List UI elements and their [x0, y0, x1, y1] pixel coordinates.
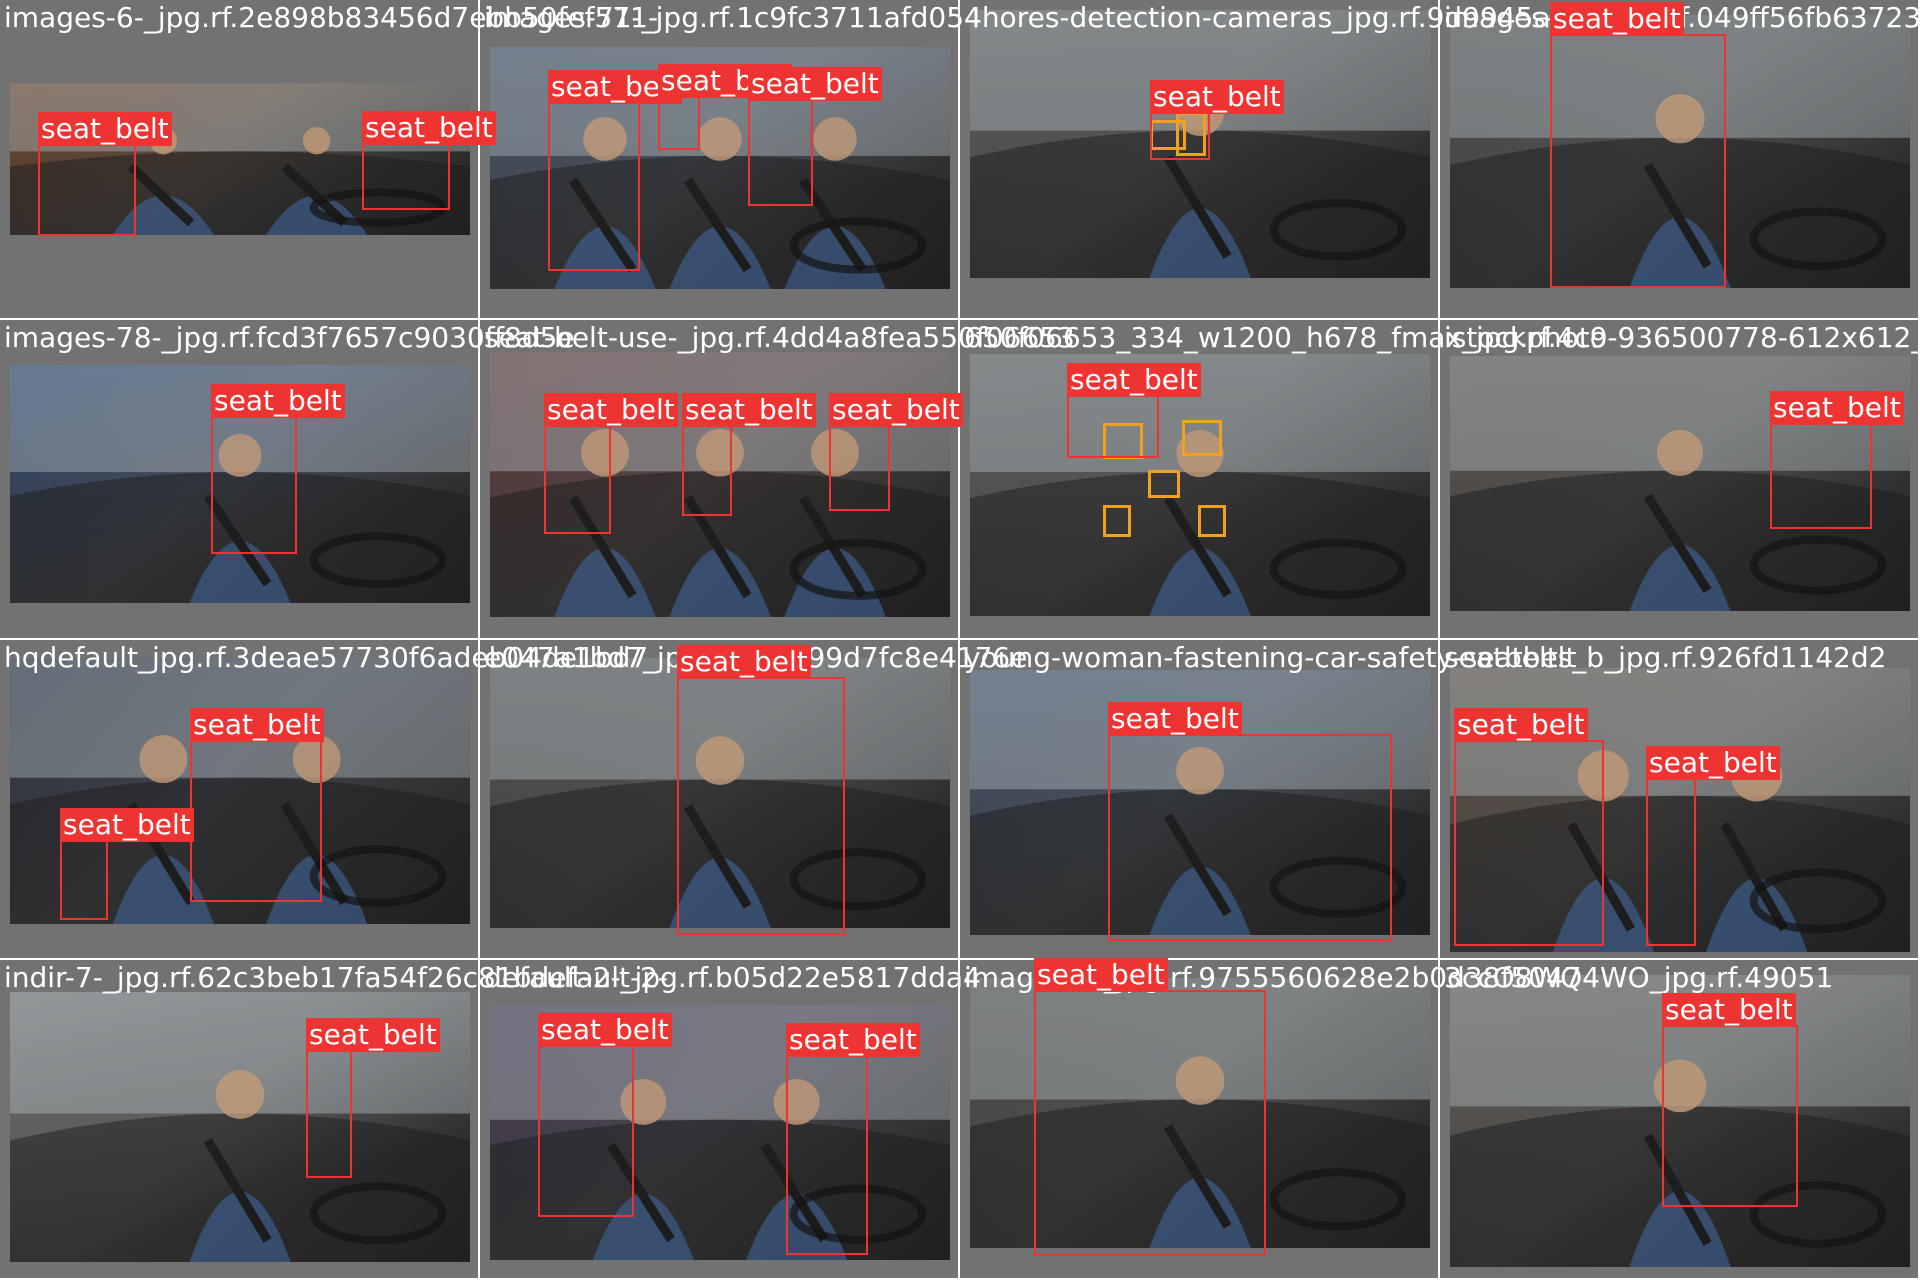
class-label: seat_belt	[306, 1018, 440, 1052]
class-label: seat_belt	[682, 393, 816, 427]
mosaic-tile: images-10-_jpg.rf.049ff56fb637238seat_be…	[1440, 0, 1920, 320]
detection-box: seat_belt	[829, 393, 963, 511]
mosaic-tile: 650f06653_334_w1200_h678_fmax_jpg.rf.4c9…	[960, 320, 1608, 640]
class-label: seat_belt	[786, 1023, 920, 1057]
mosaic-tile: 4hores-detection-cameras_jpg.rf.9d9945ae…	[960, 0, 1568, 320]
detection-box: seat_belt	[1646, 746, 1780, 946]
mosaic-tile: e047a1bd7_jpg.rf.5ea399d7fc8e4176eseat_b…	[480, 640, 1027, 960]
class-label: seat_belt	[1150, 80, 1284, 114]
detection-box: seat_belt	[658, 64, 792, 150]
class-label: seat_belt	[60, 808, 194, 842]
class-label: seat_belt	[190, 708, 324, 742]
detection-box: seat_belt	[1550, 2, 1726, 288]
class-label: seat_belt	[538, 1013, 672, 1047]
class-label: seat_belt	[211, 384, 345, 418]
class-label: seat_belt	[1108, 702, 1242, 736]
detection-box: seat_belt	[786, 1023, 920, 1255]
detection-box: seat_belt	[1067, 363, 1201, 458]
mosaic-tile: images-78-_jpg.rf.fcd3f7657c9030ff8d5e se…	[0, 320, 575, 640]
mosaic-tile: images-6-_jpg.rf.2e898b83456d7ebb50fef57…	[0, 0, 658, 320]
class-label: seat_belt	[829, 393, 963, 427]
detection-box: seat_belt	[60, 808, 194, 920]
detection-box: seat_belt	[538, 1013, 672, 1217]
mosaic-tile: images-71-_jpg.rf.1c9fc3711afd054 seat_be…	[480, 0, 982, 320]
detection-box: seat_belt	[211, 384, 345, 554]
detection-box: seat_belt	[38, 112, 172, 236]
mosaic-tile: indir-7-_jpg.rf.62c3beb17fa54f26c81bdefa…	[0, 960, 668, 1280]
detection-box: seat_belt	[1770, 391, 1904, 529]
detection-box: seat_belt	[1108, 702, 1392, 941]
detection-box: seat_belt	[1150, 80, 1284, 160]
tile-filename: istockphoto-936500778-612x612_	[1444, 321, 1920, 354]
class-label: seat_belt	[1662, 993, 1796, 1027]
class-label: seat_belt	[544, 393, 678, 427]
detection-box: seat_belt	[1034, 958, 1266, 1256]
camera-roi-frame	[1148, 470, 1180, 498]
detection-box: seat_belt	[362, 111, 496, 210]
detection-box: seat_belt	[306, 1018, 440, 1178]
class-label: seat_belt	[1646, 746, 1780, 780]
tile-filename: images-71-_jpg.rf.1c9fc3711afd054	[484, 1, 982, 34]
class-label: seat_belt	[1454, 708, 1588, 742]
camera-roi-frame	[1182, 420, 1222, 456]
camera-roi-frame	[1103, 505, 1131, 537]
class-label: seat_belt	[1550, 2, 1684, 36]
class-label: seat_belt	[1067, 363, 1201, 397]
detection-box: seat_belt	[748, 67, 882, 206]
detection-box: seat_belt	[548, 70, 682, 271]
mosaic-tile: seatbelts_b_jpg.rf.926fd1142d2 seat_belt s…	[1440, 640, 1920, 960]
class-label: seat_belt	[748, 67, 882, 101]
detection-mosaic: images-6-_jpg.rf.2e898b83456d7ebb50fef57…	[0, 0, 1920, 1280]
detection-box: seat_belt	[1454, 708, 1604, 946]
class-label: seat_belt	[1034, 958, 1168, 992]
mosaic-tile: young-woman-fastening-car-safety-seatbel…	[960, 640, 1576, 960]
class-label: seat_belt	[677, 645, 811, 679]
camera-roi-frame	[1198, 505, 1226, 537]
class-label: seat_belt	[362, 111, 496, 145]
mosaic-tile: hqdefault_jpg.rf.3deae57730f6adeb04de1bd…	[0, 640, 648, 960]
class-label: seat_belt	[1770, 391, 1904, 425]
tile-filename: default-2-_jpg.rf.b05d22e5817dda4	[484, 961, 981, 994]
mosaic-tile: images-8-_jpg.rf.9755560628e2b0d38f5047 s…	[960, 958, 1582, 1280]
detection-box: seat_belt	[190, 708, 324, 902]
mosaic-tile: default-2-_jpg.rf.b05d22e5817dda4 seat_be…	[480, 960, 981, 1280]
detection-box: seat_belt	[1662, 993, 1798, 1207]
detection-box: seat_belt	[682, 393, 816, 516]
class-label: seat_belt	[38, 112, 172, 146]
mosaic-tile: 3ccO8WQ4WO_jpg.rf.49051 seat_belt	[1440, 960, 1920, 1280]
detection-box: seat_belt	[544, 393, 678, 534]
mosaic-tile: istockphoto-936500778-612x612_ seat_belt	[1440, 320, 1920, 640]
detection-box: seat_belt	[677, 645, 845, 935]
mosaic-tile: seat-belt-use-_jpg.rf.4dd4a8fea550f06653…	[480, 320, 1075, 640]
